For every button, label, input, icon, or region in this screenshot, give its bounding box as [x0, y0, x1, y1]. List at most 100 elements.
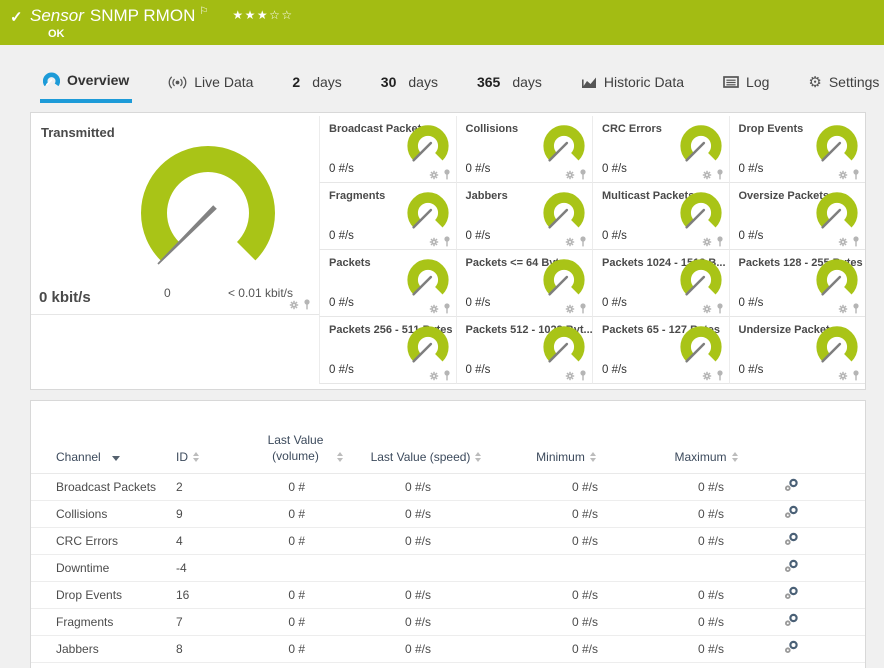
gear-icon[interactable]	[702, 170, 712, 180]
tab-30-days[interactable]: 30 days	[378, 61, 441, 103]
edit-channel-gears-icon[interactable]	[771, 478, 865, 496]
pin-icon[interactable]	[579, 169, 587, 180]
channel-gauge-tile[interactable]: Jabbers 0 #/s	[455, 183, 592, 250]
tab-365-days[interactable]: 365 days	[474, 61, 545, 103]
transmitted-gauge-tile[interactable]: Transmitted 0 < 0.01 kbit/s 0 kbit/s	[31, 113, 319, 315]
column-header-maximum[interactable]: Maximum	[641, 450, 771, 464]
gear-icon[interactable]	[289, 300, 299, 310]
pin-icon[interactable]	[443, 370, 451, 381]
pin-icon[interactable]	[716, 303, 724, 314]
tab-bar: Overview Live Data 2 days 30 days 365 da…	[40, 61, 882, 103]
gear-icon[interactable]	[702, 237, 712, 247]
pin-icon[interactable]	[716, 169, 724, 180]
cell-maximum: 0 #/s	[697, 534, 724, 549]
tab-settings[interactable]: ⚙ Settings	[805, 61, 882, 103]
tab-historic-data[interactable]: Historic Data	[578, 61, 687, 103]
gear-icon[interactable]	[838, 304, 848, 314]
edit-channel-gears-icon[interactable]	[771, 559, 865, 577]
gear-icon[interactable]	[429, 304, 439, 314]
channel-gauge-tile[interactable]: Undersize Packets 0 #/s	[728, 317, 865, 384]
channel-gauge-tile[interactable]: Packets 256 - 511 Bytes 0 #/s	[319, 317, 456, 384]
column-header-channel[interactable]: Channel	[56, 450, 176, 464]
gear-icon[interactable]	[838, 170, 848, 180]
column-header-last-value-volume[interactable]: Last Value (volume)	[241, 433, 361, 464]
pin-icon[interactable]	[303, 299, 311, 310]
priority-stars[interactable]: ★★★☆☆	[232, 8, 293, 22]
cell-maximum: 0 #/s	[697, 480, 724, 495]
cell-id: 7	[176, 615, 183, 630]
column-header-id[interactable]: ID	[176, 450, 241, 464]
pin-icon[interactable]	[443, 169, 451, 180]
pin-icon[interactable]	[716, 236, 724, 247]
tab-log[interactable]: Log	[720, 61, 772, 103]
channel-gauge-tile[interactable]: Packets 128 - 255 Bytes 0 #/s	[728, 250, 865, 317]
channel-gauge-tile[interactable]: Collisions 0 #/s	[455, 116, 592, 183]
transmitted-gauge-icon	[141, 146, 275, 265]
tab-number: 30	[380, 74, 397, 90]
edit-channel-gears-icon[interactable]	[771, 532, 865, 550]
tab-number: 2	[292, 74, 301, 90]
channel-gauge-tile[interactable]: CRC Errors 0 #/s	[592, 116, 729, 183]
pin-icon[interactable]	[579, 236, 587, 247]
gear-icon[interactable]	[429, 170, 439, 180]
gear-icon[interactable]	[565, 371, 575, 381]
tab-label: days	[408, 74, 438, 90]
column-header-minimum[interactable]: Minimum	[491, 450, 641, 464]
table-header-row: Channel ID Last Value (volume) Last Valu…	[31, 433, 865, 475]
channel-gauge-value: 0 #/s	[602, 230, 627, 242]
pin-icon[interactable]	[852, 236, 860, 247]
channel-gauge-tile[interactable]: Packets <= 64 Byte 0 #/s	[455, 250, 592, 317]
tab-overview[interactable]: Overview	[40, 61, 133, 103]
channel-gauge-icon	[543, 259, 585, 296]
gear-icon[interactable]	[838, 371, 848, 381]
gear-icon[interactable]	[702, 304, 712, 314]
historic-chart-icon	[581, 77, 596, 88]
cell-last-value-volume: 0 #	[288, 588, 305, 603]
edit-channel-gears-icon[interactable]	[771, 505, 865, 523]
transmitted-value: 0 kbit/s	[39, 289, 91, 306]
gear-icon[interactable]	[429, 371, 439, 381]
gear-icon[interactable]	[565, 304, 575, 314]
tab-2-days[interactable]: 2 days	[289, 61, 344, 103]
channel-gauge-tile[interactable]: Packets 65 - 127 Bytes 0 #/s	[592, 317, 729, 384]
gear-icon[interactable]	[702, 371, 712, 381]
column-header-last-value-speed[interactable]: Last Value (speed)	[361, 450, 491, 464]
cell-channel: Jabbers	[56, 642, 99, 657]
channel-gauge-tile[interactable]: Packets 1024 - 1518 B... 0 #/s	[592, 250, 729, 317]
channel-gauge-tile[interactable]: Packets 512 - 1023 Byt... 0 #/s	[455, 317, 593, 384]
pin-icon[interactable]	[852, 303, 860, 314]
channel-gauge-tile[interactable]: Multicast Packets 0 #/s	[592, 183, 729, 250]
cell-last-value-speed: 0 #/s	[404, 588, 431, 603]
channel-gauge-tile[interactable]: Broadcast Packets 0 #/s	[319, 116, 456, 183]
channel-gauge-tile[interactable]: Oversize Packets 0 #/s	[728, 183, 865, 250]
gauge-grid: Broadcast Packets 0 #/s Collisions 0 #/s	[319, 113, 865, 389]
cell-minimum: 0 #/s	[571, 480, 598, 495]
pin-icon[interactable]	[443, 236, 451, 247]
edit-channel-gears-icon[interactable]	[771, 640, 865, 658]
channel-gauge-icon	[406, 326, 449, 363]
channel-gauge-tile[interactable]: Packets 0 #/s	[319, 250, 456, 317]
channel-gauge-tile[interactable]: Drop Events 0 #/s	[728, 116, 865, 183]
gear-icon[interactable]	[838, 237, 848, 247]
cell-channel: Broadcast Packets	[56, 480, 157, 495]
channel-gauge-icon	[679, 192, 722, 229]
pin-icon[interactable]	[579, 303, 587, 314]
pin-icon[interactable]	[579, 370, 587, 381]
gear-icon[interactable]	[429, 237, 439, 247]
gear-icon[interactable]	[565, 170, 575, 180]
edit-channel-gears-icon[interactable]	[771, 613, 865, 631]
pin-icon[interactable]	[443, 303, 451, 314]
edit-channel-gears-icon[interactable]	[771, 586, 865, 604]
channel-gauge-tile[interactable]: Fragments 0 #/s	[319, 183, 456, 250]
pin-icon[interactable]	[852, 169, 860, 180]
table-row: Collisions 9 0 # 0 #/s 0 #/s 0 #/s	[31, 501, 865, 529]
pin-icon[interactable]	[716, 370, 724, 381]
channel-gauge-icon	[816, 326, 858, 363]
flag-icon[interactable]: ⚐	[199, 6, 208, 17]
cell-last-value-speed: 0 #/s	[404, 480, 431, 495]
tab-live-data[interactable]: Live Data	[165, 61, 256, 103]
gear-icon[interactable]	[565, 237, 575, 247]
pin-icon[interactable]	[852, 370, 860, 381]
channel-gauge-icon	[406, 125, 449, 162]
sensor-header-bar: ✓ Sensor SNMP RMON ⚐ ★★★☆☆ OK	[0, 0, 884, 45]
